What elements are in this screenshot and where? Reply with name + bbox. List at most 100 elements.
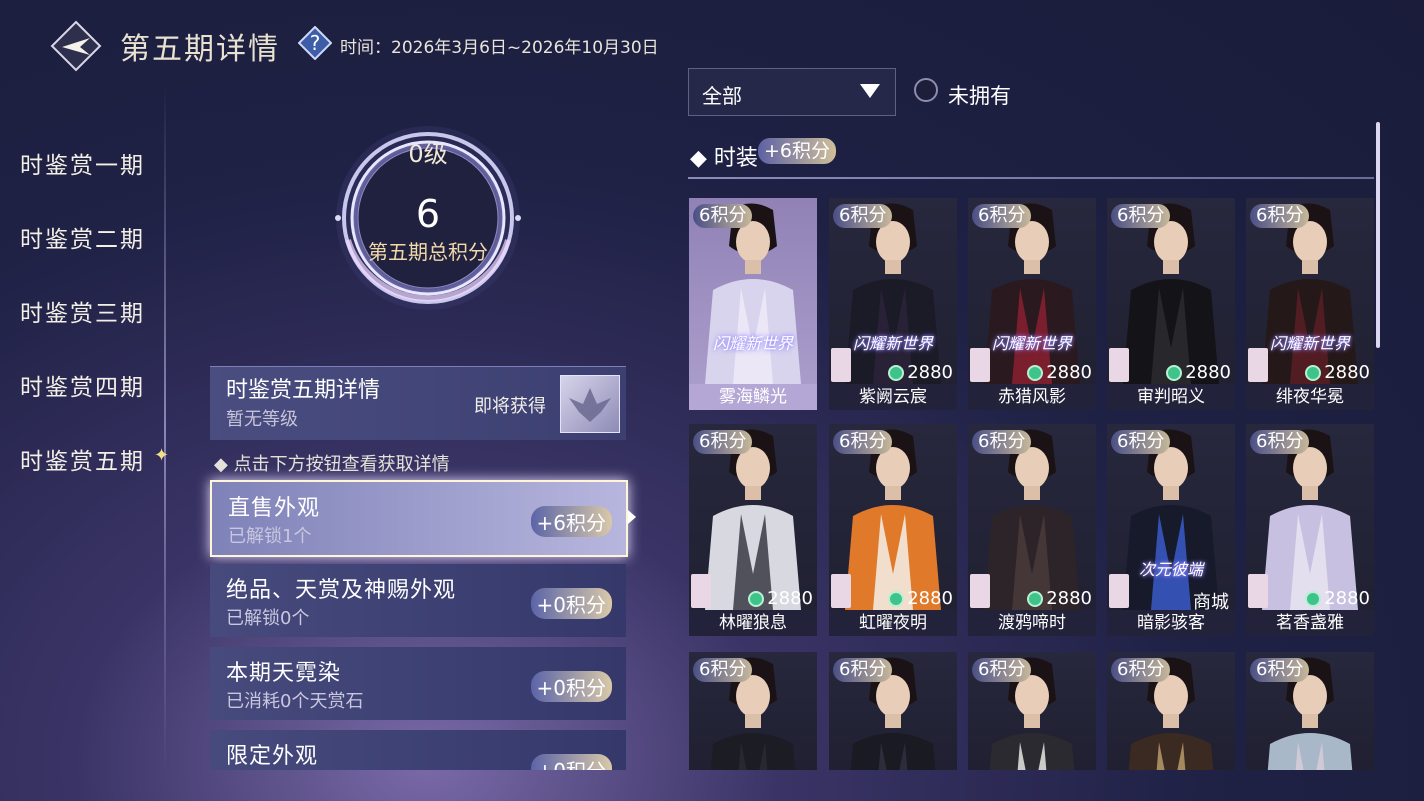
outfit-card[interactable]: 6积分 2880 林曜狼息 xyxy=(689,424,817,636)
outfit-card[interactable]: 6积分闪耀新世界 2880 赤猎风影 xyxy=(968,198,1096,410)
outfit-card[interactable]: 6积分 闪耀新世界 2880 紫阙云宸 xyxy=(829,198,957,410)
jade-coin-icon xyxy=(888,365,905,381)
lock-icon xyxy=(970,574,990,608)
jade-coin-icon xyxy=(1027,591,1044,607)
reward-item[interactable] xyxy=(560,375,620,433)
card-points-badge: 6积分 xyxy=(1250,658,1310,682)
card-price: 2880 xyxy=(1166,362,1231,383)
card-points-badge: 6积分 xyxy=(1111,658,1171,682)
section-divider xyxy=(688,177,1374,179)
event-time: 时间：2026年3月6日~2026年10月30日 xyxy=(340,38,659,58)
card-name: 雾海鳞光 xyxy=(689,384,817,410)
lock-icon xyxy=(1109,574,1129,608)
wing-emblem-icon xyxy=(569,388,611,422)
row-dye[interactable]: 本期天霓染 已消耗0个天赏石 +0积分 xyxy=(210,647,626,720)
section-points-badge: +6积分 xyxy=(758,138,837,164)
total-score-label: 第五期总积分 xyxy=(368,240,488,264)
card-price-value: 2880 xyxy=(1185,362,1231,383)
row-premium-outfits[interactable]: 绝品、天赏及神赐外观 已解锁0个 +0积分 xyxy=(210,564,626,637)
card-points-badge: 6积分 xyxy=(693,658,753,682)
card-price: 2880 xyxy=(748,588,813,609)
card-name: 审判昭义 xyxy=(1107,384,1235,410)
outfit-card[interactable]: 6积分 xyxy=(689,652,817,770)
lock-icon xyxy=(970,348,990,382)
category-dropdown-value: 全部 xyxy=(702,84,742,108)
outfit-card[interactable]: 6积分闪耀新世界 2880 绯夜华冕 xyxy=(1246,198,1374,410)
nav-item-period-1[interactable]: 时鉴赏一期 xyxy=(20,146,145,180)
help-button[interactable]: ? xyxy=(297,25,333,61)
card-price-value: 2880 xyxy=(767,588,813,609)
back-button[interactable] xyxy=(50,20,102,72)
card-name: 虹曜夜明 xyxy=(829,610,957,636)
card-name: 赤猎风影 xyxy=(968,384,1096,410)
row-title: 限定外观 xyxy=(226,744,319,769)
collection-tag: 闪耀新世界 xyxy=(1269,334,1350,353)
outfit-card[interactable]: 6积分 xyxy=(968,652,1096,770)
outfit-card[interactable]: 6积分 2880 渡鸦啼时 xyxy=(968,424,1096,636)
outfit-card[interactable]: 6积分 2880 茗香盏雅 xyxy=(1246,424,1374,636)
lock-icon xyxy=(1248,348,1268,382)
scrollbar[interactable] xyxy=(1376,122,1380,348)
outfit-card[interactable]: 6积分 2880 虹曜夜明 xyxy=(829,424,957,636)
row-direct-sale[interactable]: 直售外观 已解锁1个 +6积分 xyxy=(210,480,628,557)
card-points-badge: 6积分 xyxy=(693,430,753,454)
lock-icon xyxy=(831,574,851,608)
jade-coin-icon xyxy=(1166,365,1183,381)
card-price: 2880 xyxy=(888,362,953,383)
card-price: 2880 xyxy=(1027,588,1092,609)
nav-item-period-5[interactable]: 时鉴赏五期 xyxy=(20,442,145,476)
page-title: 第五期详情 xyxy=(120,32,280,67)
row-title: 本期天霓染 xyxy=(226,661,342,686)
nav-item-period-2[interactable]: 时鉴赏二期 xyxy=(20,220,145,254)
hint-text: ◆ 点击下方按钮查看获取详情 xyxy=(214,454,450,475)
level-text: 0级 xyxy=(408,140,448,168)
outfit-card[interactable]: 6积分 闪耀新世界 雾海鳞光 xyxy=(689,198,817,410)
card-points-badge: 6积分 xyxy=(1111,204,1171,228)
row-title: 绝品、天赏及神赐外观 xyxy=(226,578,457,603)
card-price-value: 2880 xyxy=(907,588,953,609)
row-points-badge: +0积分 xyxy=(530,671,612,702)
outfit-card[interactable]: 6积分 xyxy=(1246,652,1374,770)
outfit-card[interactable]: 6积分 xyxy=(1107,652,1235,770)
nav-divider xyxy=(164,85,166,775)
lock-icon xyxy=(1109,348,1129,382)
row-points-badge: +6积分 xyxy=(530,506,612,537)
upcoming-reward-label: 即将获得 xyxy=(474,396,546,417)
row-title: 直售外观 xyxy=(228,496,321,521)
card-points-badge: 6积分 xyxy=(972,204,1032,228)
card-name: 绯夜华冕 xyxy=(1246,384,1374,410)
card-name: 茗香盏雅 xyxy=(1246,610,1374,636)
unowned-radio[interactable] xyxy=(914,78,938,102)
card-price-value: 2880 xyxy=(1046,362,1092,383)
svg-text:?: ? xyxy=(310,31,321,55)
nav-item-period-3[interactable]: 时鉴赏三期 xyxy=(20,294,145,328)
outfit-card[interactable]: 6积分 xyxy=(829,652,957,770)
card-points-badge: 6积分 xyxy=(833,658,893,682)
card-points-badge: 6积分 xyxy=(972,430,1032,454)
outfit-card[interactable]: 6积分 2880 审判昭义 xyxy=(1107,198,1235,410)
chevron-down-icon xyxy=(860,84,880,98)
lock-icon xyxy=(691,574,711,608)
card-name: 渡鸦啼时 xyxy=(968,610,1096,636)
outfit-card[interactable]: 6积分 次元彼端 商城 暗影骇客 xyxy=(1107,424,1235,636)
card-name: 暗影骇客 xyxy=(1107,610,1235,636)
card-points-badge: 6积分 xyxy=(1250,430,1310,454)
card-points-badge: 6积分 xyxy=(833,204,893,228)
period-detail-title: 时鉴赏五期详情 xyxy=(226,378,381,403)
card-points-badge: 6积分 xyxy=(1250,204,1310,228)
lock-icon xyxy=(831,348,851,382)
jade-coin-icon xyxy=(748,591,765,607)
active-row-pointer-icon xyxy=(628,510,636,524)
nav-item-period-4[interactable]: 时鉴赏四期 xyxy=(20,368,145,402)
card-name: 紫阙云宸 xyxy=(829,384,957,410)
card-price: 2880 xyxy=(888,588,953,609)
row-points-badge: +0积分 xyxy=(530,588,612,619)
total-score: 6 xyxy=(415,192,441,236)
row-points-badge: +0积分 xyxy=(530,754,612,770)
collection-tag: 闪耀新世界 xyxy=(991,334,1072,353)
unowned-label: 未拥有 xyxy=(948,84,1011,108)
row-subtitle: 已消耗0个天赏石 xyxy=(226,691,364,712)
row-limited-outfits[interactable]: 限定外观 +0积分 xyxy=(210,730,626,770)
card-price: 2880 xyxy=(1027,362,1092,383)
card-price-value: 2880 xyxy=(1324,362,1370,383)
